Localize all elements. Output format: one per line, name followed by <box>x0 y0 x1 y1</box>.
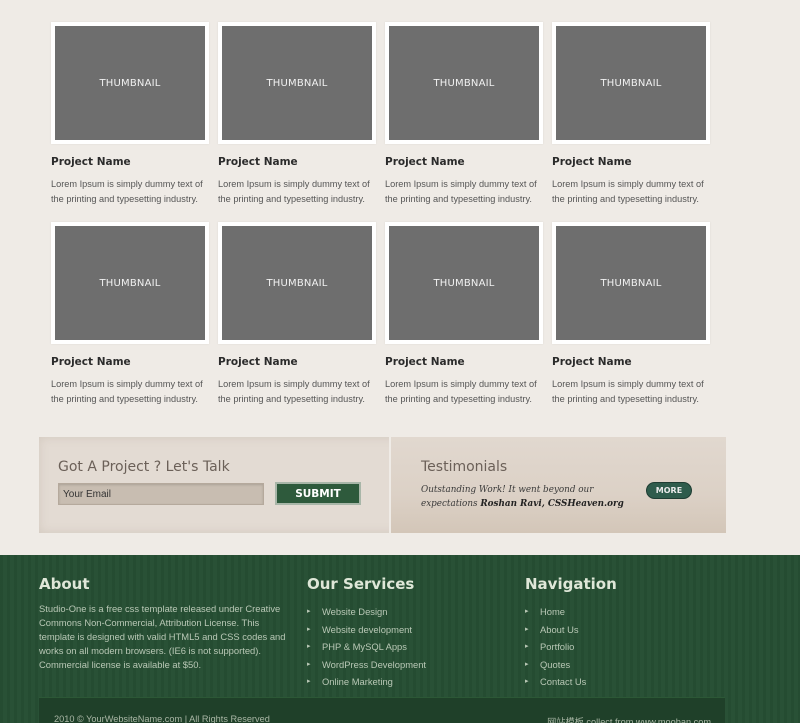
services-item[interactable]: ▸ Online Marketing <box>307 673 426 691</box>
project-name[interactable]: Project Name <box>552 156 710 168</box>
project-card[interactable]: THUMBNAIL Project Name Lorem Ipsum is si… <box>51 222 209 407</box>
services-link[interactable]: Website Design <box>322 606 387 617</box>
email-input[interactable] <box>58 483 264 505</box>
project-description: Lorem Ipsum is simply dummy text of the … <box>385 179 537 204</box>
project-description: Lorem Ipsum is simply dummy text of the … <box>552 379 704 404</box>
project-card[interactable]: THUMBNAIL Project Name Lorem Ipsum is si… <box>552 22 710 207</box>
nav-item-quotes[interactable]: ▸ Quotes <box>525 656 586 674</box>
nav-item-home[interactable]: ▸ Home <box>525 603 586 621</box>
project-thumbnail[interactable]: THUMBNAIL <box>218 22 376 144</box>
thumbnail-label: THUMBNAIL <box>556 226 706 340</box>
testimonials-panel: Testimonials Outstanding Work! It went b… <box>391 437 726 533</box>
bullet-icon: ▸ <box>307 608 311 615</box>
thumbnail-label: THUMBNAIL <box>55 26 205 140</box>
project-name[interactable]: Project Name <box>552 356 710 368</box>
services-item[interactable]: ▸ Website development <box>307 621 426 639</box>
project-description: Lorem Ipsum is simply dummy text of the … <box>218 379 370 404</box>
nav-link[interactable]: About Us <box>540 624 579 635</box>
about-title: About <box>39 575 90 593</box>
bullet-icon: ▸ <box>525 660 529 668</box>
project-card[interactable]: THUMBNAIL Project Name Lorem Ipsum is si… <box>218 22 376 207</box>
navigation-list: ▸ Home ▸ About Us ▸ Portfolio ▸ Quotes ▸ Cont… <box>525 603 586 691</box>
nav-item-contact[interactable]: ▸ Contact Us <box>525 673 586 691</box>
project-description: Lorem Ipsum is simply dummy text of the … <box>552 179 704 204</box>
project-card[interactable]: THUMBNAIL Project Name Lorem Ipsum is si… <box>385 222 543 407</box>
bullet-icon: ▸ <box>307 643 311 650</box>
nav-link[interactable]: Contact Us <box>540 676 586 687</box>
project-card[interactable]: THUMBNAIL Project Name Lorem Ipsum is si… <box>218 222 376 407</box>
project-thumbnail[interactable]: THUMBNAIL <box>51 22 209 144</box>
testimonial-quote: Outstanding Work! It went beyond our exp… <box>421 483 631 511</box>
project-card[interactable]: THUMBNAIL Project Name Lorem Ipsum is si… <box>51 22 209 207</box>
project-name[interactable]: Project Name <box>51 156 209 168</box>
project-name[interactable]: Project Name <box>218 156 376 168</box>
testimonial-author: Roshan Ravi, CSSHeaven.org <box>480 499 624 509</box>
thumbnail-label: THUMBNAIL <box>55 226 205 340</box>
bullet-icon: ▸ <box>525 643 529 650</box>
project-name[interactable]: Project Name <box>385 356 543 368</box>
bullet-icon: ▸ <box>307 625 311 633</box>
thumbnail-label: THUMBNAIL <box>389 26 539 140</box>
project-thumbnail[interactable]: THUMBNAIL <box>552 222 710 344</box>
thumbnail-label: THUMBNAIL <box>556 26 706 140</box>
submit-button[interactable]: SUBMIT <box>275 482 361 505</box>
services-link[interactable]: Website development <box>322 624 412 635</box>
navigation-title: Navigation <box>525 575 617 593</box>
footer: About Studio-One is a free css template … <box>0 555 800 723</box>
services-link[interactable]: WordPress Development <box>322 659 426 670</box>
nav-item-portfolio[interactable]: ▸ Portfolio <box>525 638 586 656</box>
project-description: Lorem Ipsum is simply dummy text of the … <box>218 179 370 204</box>
project-description: Lorem Ipsum is simply dummy text of the … <box>385 379 537 404</box>
thumbnail-label: THUMBNAIL <box>222 26 372 140</box>
about-text: Studio-One is a free css template releas… <box>39 603 286 670</box>
services-item[interactable]: ▸ WordPress Development <box>307 656 426 674</box>
project-name[interactable]: Project Name <box>51 356 209 368</box>
project-thumbnail[interactable]: THUMBNAIL <box>385 222 543 344</box>
nav-link[interactable]: Portfolio <box>540 641 574 652</box>
copyright-text: 2010 © YourWebsiteName.com | All Rights … <box>54 714 270 723</box>
project-description: Lorem Ipsum is simply dummy text of the … <box>51 179 203 204</box>
project-thumbnail[interactable]: THUMBNAIL <box>218 222 376 344</box>
services-item[interactable]: ▸ Website Design <box>307 603 426 621</box>
nav-item-about[interactable]: ▸ About Us <box>525 621 586 639</box>
project-thumbnail[interactable]: THUMBNAIL <box>385 22 543 144</box>
nav-link[interactable]: Home <box>540 606 565 617</box>
bullet-icon: ▸ <box>307 678 311 685</box>
project-name[interactable]: Project Name <box>385 156 543 168</box>
services-item[interactable]: ▸ PHP & MySQL Apps <box>307 638 426 656</box>
contact-testimonial-band: Got A Project ? Let's Talk SUBMIT Testim… <box>39 437 726 533</box>
project-description: Lorem Ipsum is simply dummy text of the … <box>51 379 203 404</box>
services-link[interactable]: PHP & MySQL Apps <box>322 641 407 652</box>
project-thumbnail[interactable]: THUMBNAIL <box>552 22 710 144</box>
services-list: ▸ Website Design ▸ Website development ▸ PH… <box>307 603 426 691</box>
project-thumbnail[interactable]: THUMBNAIL <box>51 222 209 344</box>
credit-text[interactable]: 网站模板 collect from www.mooban.com <box>547 714 711 723</box>
footer-bar: 2010 © YourWebsiteName.com | All Rights … <box>39 697 725 723</box>
bullet-icon: ▸ <box>525 625 529 633</box>
project-card[interactable]: THUMBNAIL Project Name Lorem Ipsum is si… <box>552 222 710 407</box>
nav-link[interactable]: Quotes <box>540 659 570 670</box>
project-card[interactable]: THUMBNAIL Project Name Lorem Ipsum is si… <box>385 22 543 207</box>
bullet-icon: ▸ <box>525 608 529 615</box>
bullet-icon: ▸ <box>307 660 311 668</box>
services-link[interactable]: Online Marketing <box>322 676 393 687</box>
contact-title: Got A Project ? Let's Talk <box>58 459 230 475</box>
thumbnail-label: THUMBNAIL <box>389 226 539 340</box>
project-name[interactable]: Project Name <box>218 356 376 368</box>
testimonials-title: Testimonials <box>421 459 508 475</box>
bullet-icon: ▸ <box>525 678 529 685</box>
thumbnail-label: THUMBNAIL <box>222 226 372 340</box>
services-title: Our Services <box>307 575 415 593</box>
more-button[interactable]: MORE <box>646 482 692 499</box>
